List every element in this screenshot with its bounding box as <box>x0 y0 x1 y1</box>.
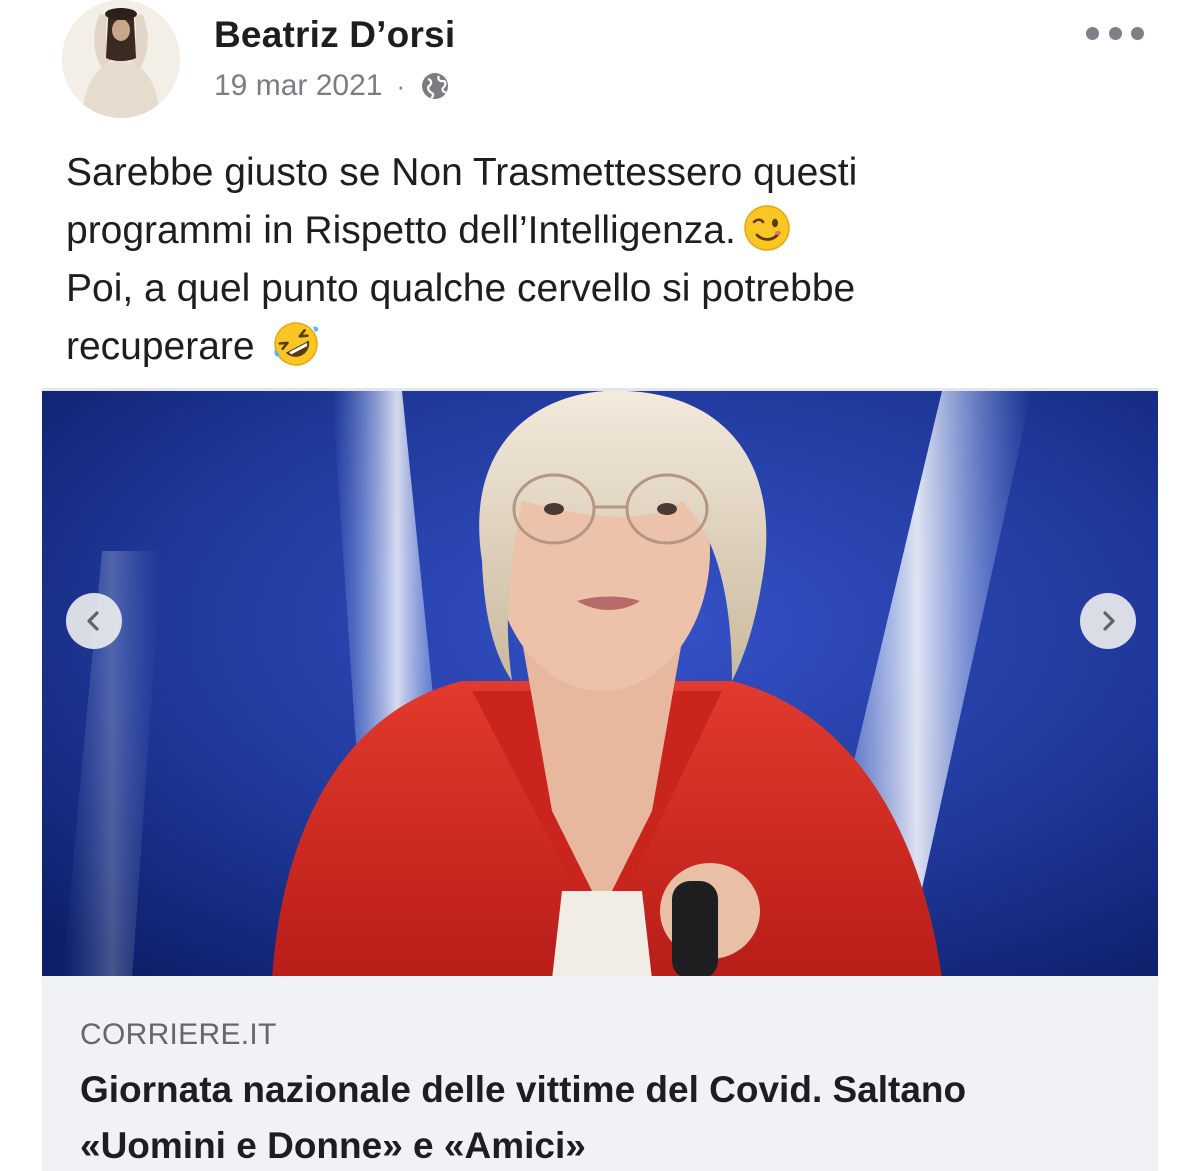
post-text: Sarebbe giusto se Non Trasmettessero que… <box>66 144 1146 376</box>
meta-separator: · <box>396 70 406 101</box>
more-options-icon[interactable] <box>1086 24 1144 42</box>
post-text-line: Sarebbe giusto se Non Trasmettessero que… <box>66 151 858 194</box>
more-dot <box>1131 26 1144 40</box>
link-headline-line: «Uomini e Donne» e «Amici» <box>80 1125 586 1166</box>
chevron-left-icon[interactable] <box>66 593 122 649</box>
link-preview-image[interactable] <box>42 388 1158 979</box>
post-text-line: programmi in Rispetto dell’Intelligenza. <box>66 202 1146 260</box>
link-preview-caption[interactable]: CORRIERE.IT Giornata nazionale delle vit… <box>42 976 1158 1171</box>
author-name[interactable]: Beatriz D’orsi <box>214 14 455 56</box>
rolling-on-floor-laughing-emoji-icon <box>271 319 321 369</box>
post-date[interactable]: 19 mar 2021 <box>214 69 382 103</box>
more-dot <box>1086 26 1099 40</box>
winking-face-emoji-icon <box>742 203 792 253</box>
chevron-right-icon[interactable] <box>1080 593 1136 649</box>
facebook-post: Beatriz D’orsi 19 mar 2021 · Sarebbe giu… <box>0 0 1200 1171</box>
post-text-line: recuperare <box>66 318 1146 376</box>
link-domain: CORRIERE.IT <box>80 1018 277 1051</box>
more-dot <box>1108 26 1122 40</box>
post-text-line: Poi, a quel punto qualche cervello si po… <box>66 267 856 310</box>
globe-icon[interactable] <box>419 70 451 102</box>
link-headline-line: Giornata nazionale delle vittime del Cov… <box>80 1069 967 1110</box>
author-avatar[interactable] <box>62 0 180 118</box>
link-headline: Giornata nazionale delle vittime del Cov… <box>80 1062 1120 1171</box>
post-meta: 19 mar 2021 · <box>214 66 451 106</box>
